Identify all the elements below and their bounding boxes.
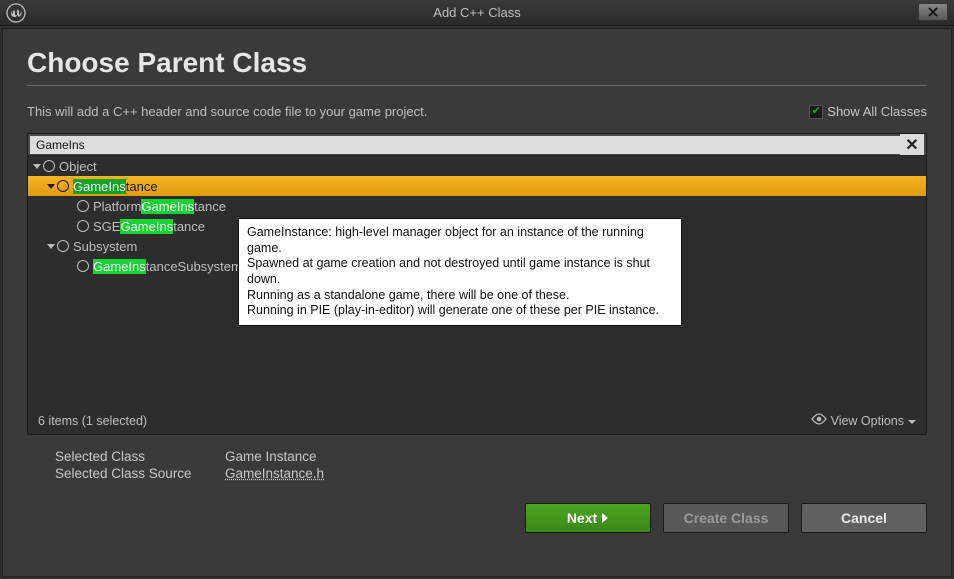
radio-icon (77, 200, 89, 212)
create-class-button: Create Class (663, 503, 789, 533)
radio-icon (77, 260, 89, 272)
tree-item-label: Subsystem (73, 239, 137, 254)
class-tooltip: GameInstance: high-level manager object … (238, 218, 682, 326)
selected-source-value[interactable]: GameInstance.h (225, 466, 927, 481)
cancel-button[interactable]: Cancel (801, 503, 927, 533)
dialog-content: Choose Parent Class This will add a C++ … (2, 28, 952, 577)
button-row: Next Create Class Cancel (27, 503, 927, 533)
radio-icon (77, 220, 89, 232)
clear-search-button[interactable]: ✕ (900, 134, 924, 155)
subtitle-text: This will add a C++ header and source co… (27, 104, 427, 119)
search-row: ✕ (28, 134, 926, 156)
tree-item-label: SGEGameInstance (93, 219, 205, 234)
titlebar: Add C++ Class (0, 0, 954, 26)
close-icon (927, 5, 939, 20)
close-icon: ✕ (905, 135, 918, 155)
show-all-classes-checkbox[interactable]: Show All Classes (809, 104, 927, 119)
unreal-logo-icon (6, 3, 26, 23)
tree-status-text: 6 items (1 selected) (38, 414, 147, 428)
selected-class-value: Game Instance (225, 449, 927, 464)
radio-icon (57, 240, 69, 252)
tree-row[interactable]: PlatformGameInstance (28, 196, 926, 216)
selected-source-label: Selected Class Source (55, 466, 225, 481)
tree-footer: 6 items (1 selected) View Options (28, 407, 926, 434)
page-title: Choose Parent Class (27, 47, 927, 79)
next-button-label: Next (567, 510, 597, 526)
eye-icon (811, 413, 827, 428)
class-tree-panel: ✕ Object GameInstance PlatformGameInstance… (27, 133, 927, 435)
checkbox-label: Show All Classes (827, 104, 927, 119)
tooltip-line: Spawned at game creation and not destroy… (247, 256, 673, 287)
tree-row[interactable]: Object (28, 156, 926, 176)
tooltip-line: GameInstance: high-level manager object … (247, 225, 673, 256)
cancel-button-label: Cancel (841, 510, 887, 526)
radio-icon (57, 180, 69, 192)
tooltip-line: Running as a standalone game, there will… (247, 288, 673, 304)
expand-caret-icon[interactable] (32, 162, 42, 170)
radio-icon (43, 160, 55, 172)
class-tree[interactable]: Object GameInstance PlatformGameInstance SG… (28, 156, 926, 407)
tree-item-label: GameInstance (73, 179, 158, 194)
window-title: Add C++ Class (0, 5, 954, 20)
tree-row[interactable]: GameInstance (28, 176, 926, 196)
expand-caret-icon[interactable] (46, 182, 56, 190)
checkbox-icon (809, 105, 823, 119)
next-button[interactable]: Next (525, 503, 651, 533)
header-row: This will add a C++ header and source co… (27, 104, 927, 119)
add-cpp-class-dialog: Add C++ Class Choose Parent Class This w… (0, 0, 954, 579)
view-options-dropdown[interactable]: View Options (811, 413, 916, 428)
divider (27, 85, 927, 86)
chevron-down-icon (908, 414, 916, 428)
chevron-right-icon (601, 510, 609, 526)
selected-class-label: Selected Class (55, 449, 225, 464)
selected-class-info: Selected Class Game Instance Selected Cl… (55, 449, 927, 481)
tree-item-label: GameInstanceSubsystem (93, 259, 242, 274)
expand-caret-icon[interactable] (46, 242, 56, 250)
create-class-label: Create Class (684, 510, 769, 526)
close-button[interactable] (918, 3, 948, 21)
search-input[interactable] (30, 136, 900, 154)
view-options-label: View Options (831, 414, 904, 428)
tree-item-label: PlatformGameInstance (93, 199, 226, 214)
tooltip-line: Running in PIE (play-in-editor) will gen… (247, 303, 673, 319)
tree-item-label: Object (59, 159, 97, 174)
